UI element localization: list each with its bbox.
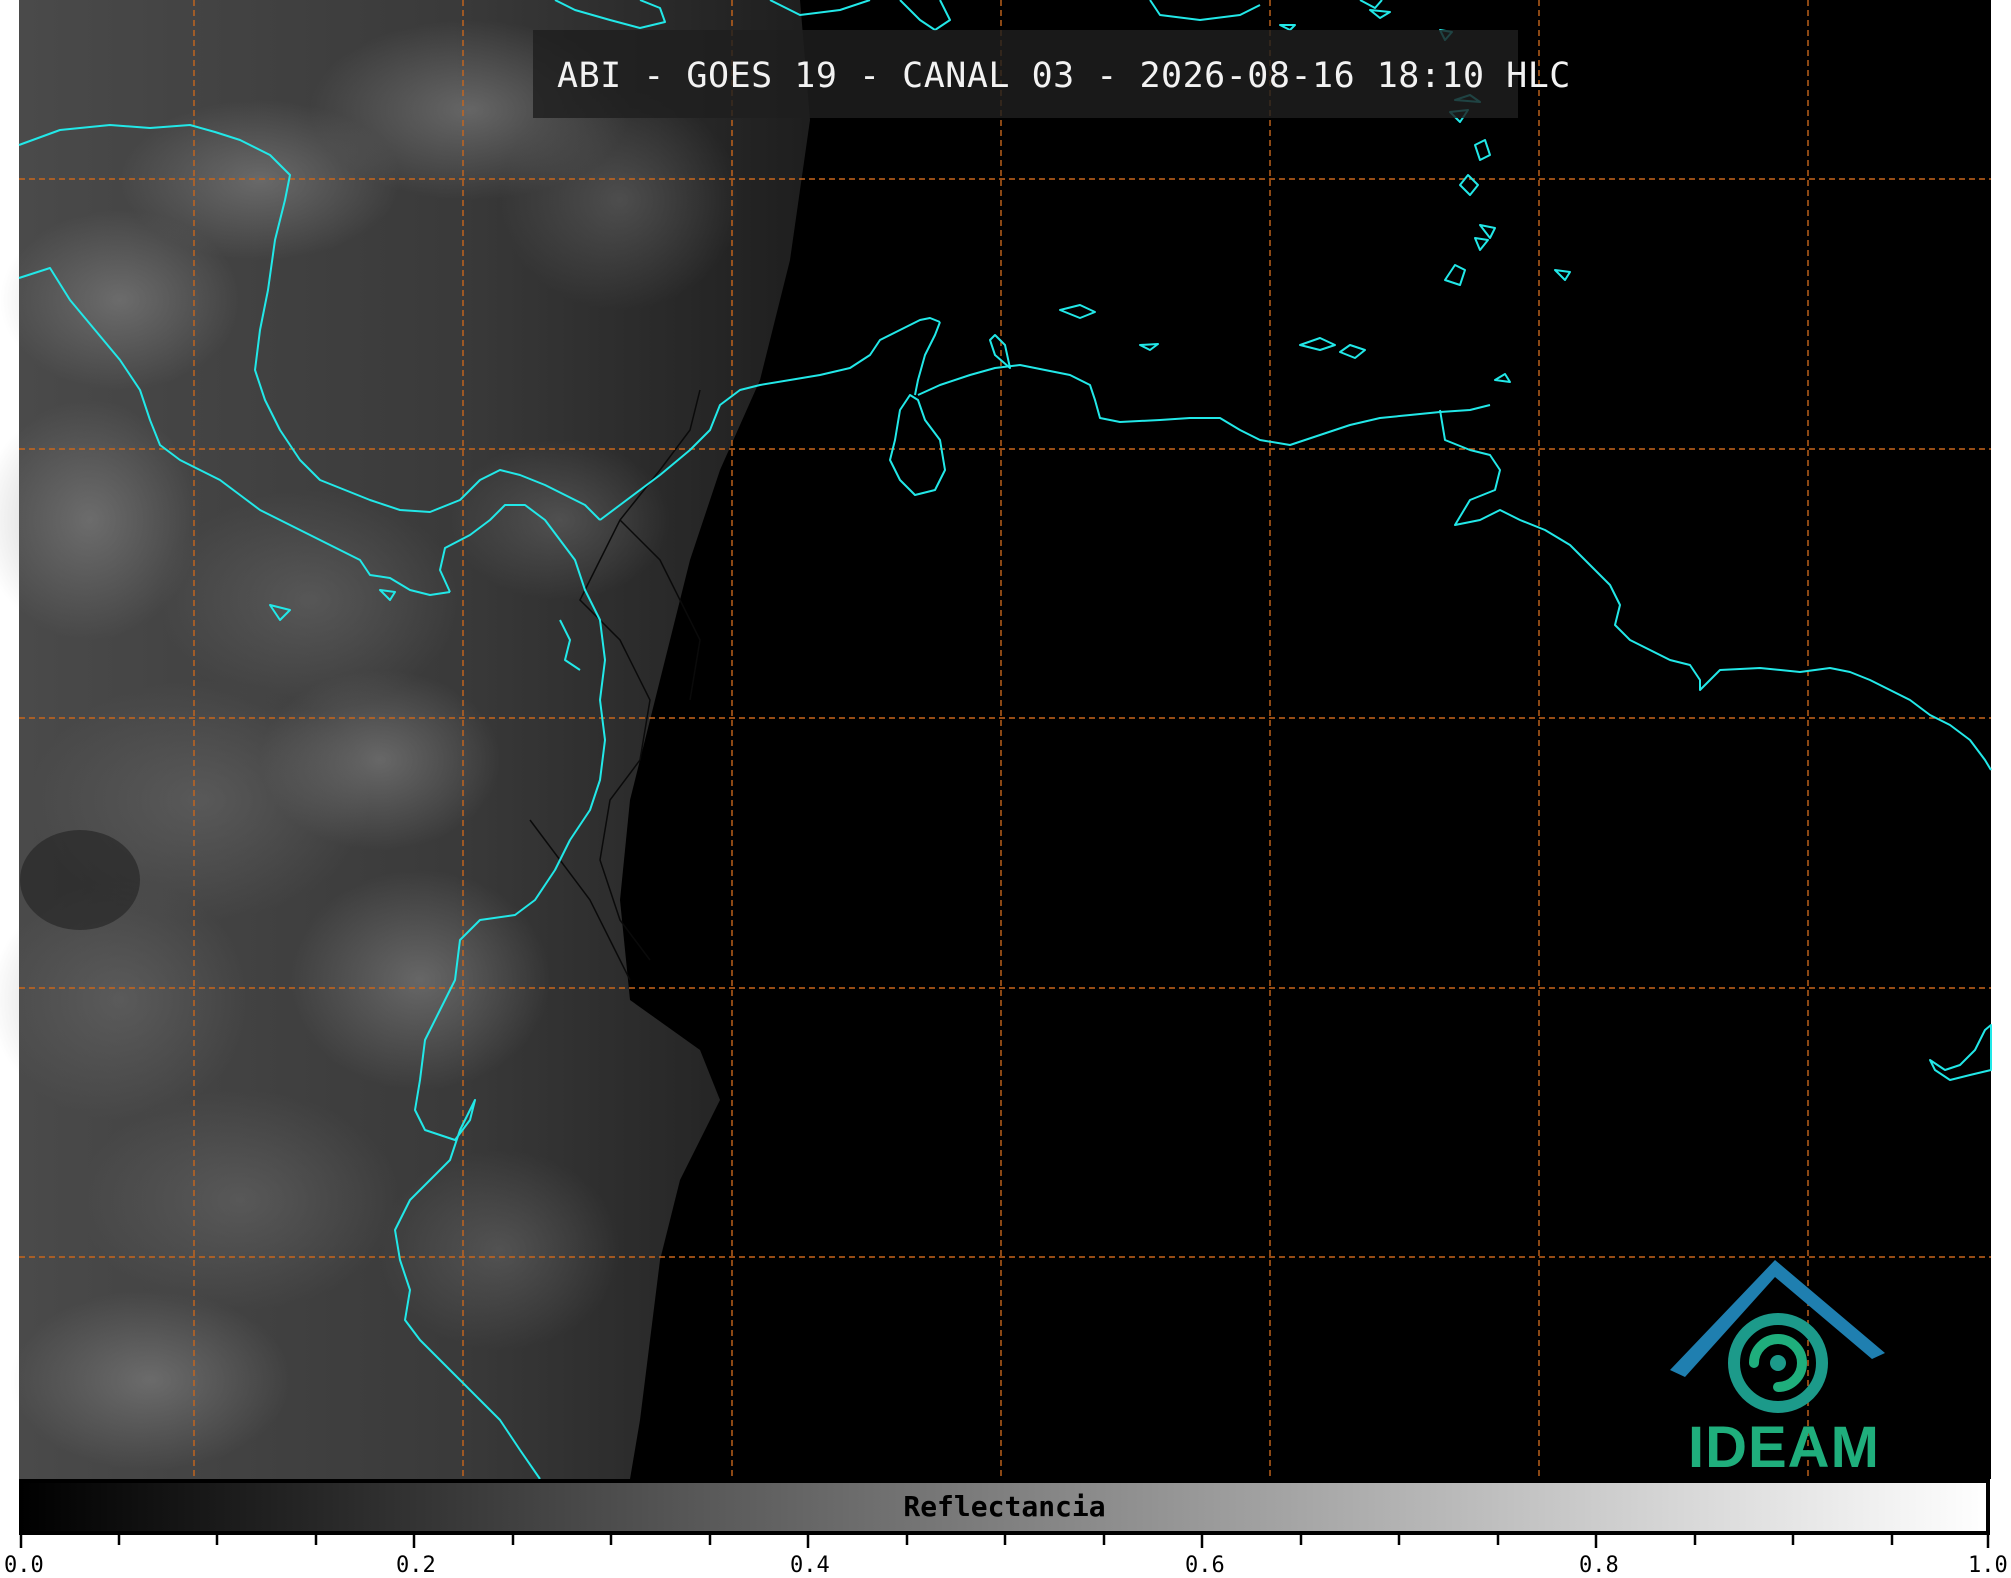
ideam-logo-text: IDEAM (1688, 1415, 1880, 1480)
colorbar-ticks (19, 1535, 1990, 1548)
colorbar-tick-label: 0.4 (790, 1553, 830, 1578)
satellite-image-view: ABI - GOES 19 - CANAL 03 - 2026-08-16 18… (0, 0, 2011, 1578)
colorbar-tick-label: 0.6 (1185, 1553, 1225, 1578)
colorbar-tick-label: 0.8 (1579, 1553, 1619, 1578)
colorbar-label: Reflectancia (903, 1490, 1106, 1523)
logo-spiral-icon (1728, 1313, 1828, 1413)
colorbar-tick-label: 1.0 (1968, 1553, 2008, 1578)
image-title: ABI - GOES 19 - CANAL 03 - 2026-08-16 18… (557, 56, 1571, 96)
colorbar-tick-label: 0.0 (4, 1553, 44, 1578)
colorbar-tick-label: 0.2 (396, 1553, 436, 1578)
